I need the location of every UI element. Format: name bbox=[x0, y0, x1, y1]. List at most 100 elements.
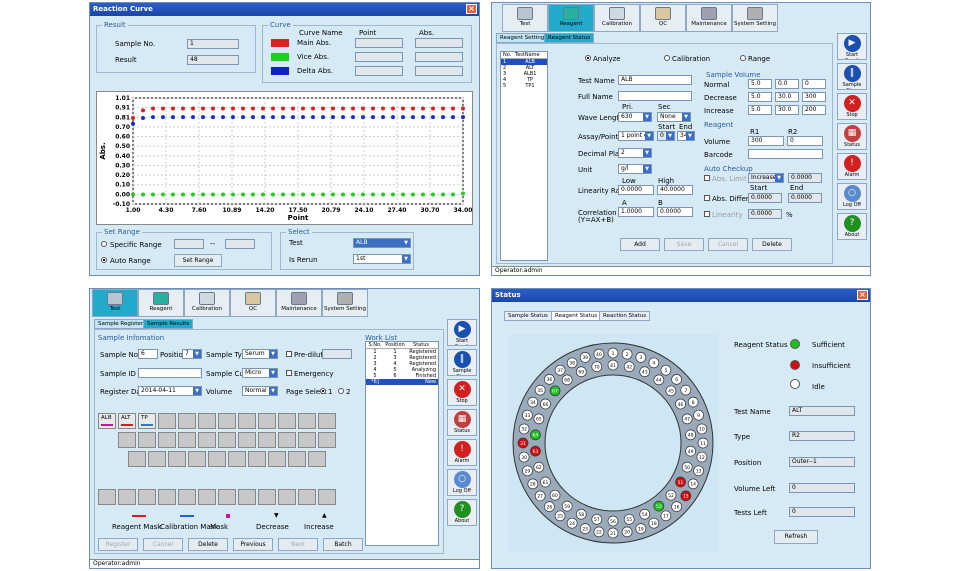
predilution-checkbox[interactable] bbox=[286, 351, 292, 357]
test-key[interactable] bbox=[168, 451, 186, 467]
tab-reaction-status[interactable]: Reaction Status bbox=[599, 311, 651, 321]
assay-start-select[interactable]: 0 bbox=[657, 131, 675, 141]
about-button[interactable]: ? About bbox=[837, 213, 867, 240]
list-item[interactable]: 5 TP1 bbox=[501, 83, 547, 89]
assay-end-select[interactable]: 34 bbox=[677, 131, 695, 141]
corr-a-input[interactable]: 1.0000 bbox=[618, 207, 654, 217]
sample-volume-input[interactable]: 5.0 bbox=[748, 92, 772, 102]
log-off-button[interactable]: ○ Log Off bbox=[837, 183, 867, 210]
abs-limit-value[interactable]: 0.0000 bbox=[788, 173, 822, 183]
barcode-input[interactable] bbox=[748, 149, 823, 159]
alarm-button[interactable]: ! Alarm bbox=[447, 439, 477, 466]
test-key[interactable] bbox=[158, 413, 176, 429]
test-key[interactable] bbox=[238, 432, 256, 448]
range-from-input[interactable] bbox=[174, 239, 204, 249]
test-key[interactable] bbox=[288, 451, 306, 467]
test-key[interactable] bbox=[118, 489, 136, 505]
full-name-input[interactable] bbox=[618, 91, 692, 101]
test-key[interactable] bbox=[218, 432, 236, 448]
test-key[interactable] bbox=[138, 432, 156, 448]
test-key[interactable] bbox=[278, 489, 296, 505]
r1-volume-input[interactable]: 300 bbox=[748, 136, 784, 146]
test-key[interactable] bbox=[228, 451, 246, 467]
assay-select[interactable]: 1 point end bbox=[618, 131, 654, 141]
add-button[interactable]: Add bbox=[620, 238, 660, 251]
test-key[interactable]: TP bbox=[138, 413, 156, 429]
page-1-radio[interactable] bbox=[320, 388, 326, 394]
previous-button[interactable]: Previous bbox=[233, 538, 273, 551]
test-key[interactable] bbox=[318, 413, 336, 429]
close-icon[interactable]: × bbox=[857, 290, 868, 300]
test-key[interactable] bbox=[218, 413, 236, 429]
specific-range-radio[interactable] bbox=[101, 241, 107, 247]
test-key[interactable] bbox=[298, 489, 316, 505]
delete-button[interactable]: Delete bbox=[752, 238, 792, 251]
test-key[interactable] bbox=[258, 432, 276, 448]
test-key[interactable] bbox=[278, 413, 296, 429]
sample-volume-input[interactable]: 30.0 bbox=[775, 92, 799, 102]
sample-volume-input[interactable]: 300 bbox=[802, 92, 826, 102]
sample-stop-button[interactable]: ‖Sample Stop bbox=[447, 349, 477, 376]
tab-reagent-status[interactable]: Reagent Status bbox=[544, 33, 595, 43]
save-button[interactable]: Save bbox=[664, 238, 704, 251]
range-to-input[interactable] bbox=[225, 239, 255, 249]
set-range-button[interactable]: Set Range bbox=[174, 254, 222, 267]
tab-test[interactable]: Test bbox=[92, 289, 138, 317]
work-list[interactable]: S.No. Position Status 1 1 Registered 2 3 Regist… bbox=[365, 341, 439, 546]
test-key[interactable] bbox=[118, 432, 136, 448]
test-key[interactable] bbox=[158, 489, 176, 505]
test-key[interactable] bbox=[178, 432, 196, 448]
test-key[interactable] bbox=[198, 432, 216, 448]
tab-qc[interactable]: QC bbox=[230, 289, 276, 317]
test-key[interactable] bbox=[318, 432, 336, 448]
r2-volume-input[interactable]: 0 bbox=[787, 136, 823, 146]
tab-qc[interactable]: QC bbox=[640, 4, 686, 32]
sample-id-input[interactable] bbox=[138, 368, 202, 378]
auto-range-radio[interactable] bbox=[101, 257, 107, 263]
tab-reagent[interactable]: Reagent bbox=[138, 289, 184, 317]
test-key[interactable] bbox=[218, 489, 236, 505]
predilution-input[interactable] bbox=[322, 349, 352, 359]
is-rerun-select[interactable]: 1st bbox=[353, 254, 411, 264]
status-button[interactable]: ▦ Status bbox=[837, 123, 867, 150]
tab-sample-status[interactable]: Sample Status bbox=[504, 311, 552, 321]
test-key[interactable] bbox=[238, 489, 256, 505]
sample-type-select[interactable]: Serum bbox=[242, 349, 278, 359]
sample-volume-input[interactable]: 5.0 bbox=[748, 105, 772, 115]
tab-reagent[interactable]: Reagent bbox=[548, 4, 594, 32]
test-key[interactable] bbox=[248, 451, 266, 467]
sample-volume-input[interactable]: 200 bbox=[802, 105, 826, 115]
sample-cup-select[interactable]: Micro bbox=[242, 368, 278, 378]
status-button[interactable]: ▦ Status bbox=[447, 409, 477, 436]
tab-calibration[interactable]: Calibration bbox=[184, 289, 230, 317]
volume-select[interactable]: Normal bbox=[242, 386, 278, 396]
reagent-list[interactable]: No. TestName 1 ALB 2 ALT 3 ALB1 4 TP 5 TP1 bbox=[500, 51, 548, 261]
abs-diff-end[interactable]: 0.0000 bbox=[788, 193, 822, 203]
unit-select[interactable]: g/l bbox=[618, 164, 652, 174]
batch-button[interactable]: Batch bbox=[323, 538, 363, 551]
alarm-button[interactable]: ! Alarm bbox=[837, 153, 867, 180]
test-key[interactable] bbox=[98, 489, 116, 505]
linearity-input[interactable]: 0.0000 bbox=[748, 209, 782, 219]
tab-system-setting[interactable]: System Setting bbox=[732, 4, 778, 32]
test-key[interactable] bbox=[158, 432, 176, 448]
test-key[interactable] bbox=[278, 432, 296, 448]
test-key[interactable] bbox=[138, 489, 156, 505]
test-key[interactable] bbox=[268, 451, 286, 467]
sample-no-input[interactable]: 6 bbox=[138, 349, 158, 359]
linearity-checkbox[interactable] bbox=[704, 211, 710, 217]
test-key[interactable] bbox=[308, 451, 326, 467]
tab-sample-results[interactable]: Sample Results bbox=[143, 319, 194, 329]
test-key[interactable] bbox=[258, 413, 276, 429]
test-select[interactable]: ALB bbox=[353, 238, 411, 248]
test-key[interactable] bbox=[148, 451, 166, 467]
tab-maintenance[interactable]: Maintenance bbox=[276, 289, 322, 317]
sample-stop-button[interactable]: ‖Sample Stop bbox=[837, 63, 867, 90]
test-key[interactable]: ALB bbox=[98, 413, 116, 429]
delete-button[interactable]: Delete bbox=[188, 538, 228, 551]
test-key[interactable] bbox=[238, 413, 256, 429]
abs-limit-select[interactable]: Increase bbox=[748, 173, 784, 183]
log-off-button[interactable]: ○ Log Off bbox=[447, 469, 477, 496]
stop-button[interactable]: ✕ Stop bbox=[837, 93, 867, 120]
tab-reagent-settings[interactable]: Reagent Settings bbox=[496, 33, 552, 43]
